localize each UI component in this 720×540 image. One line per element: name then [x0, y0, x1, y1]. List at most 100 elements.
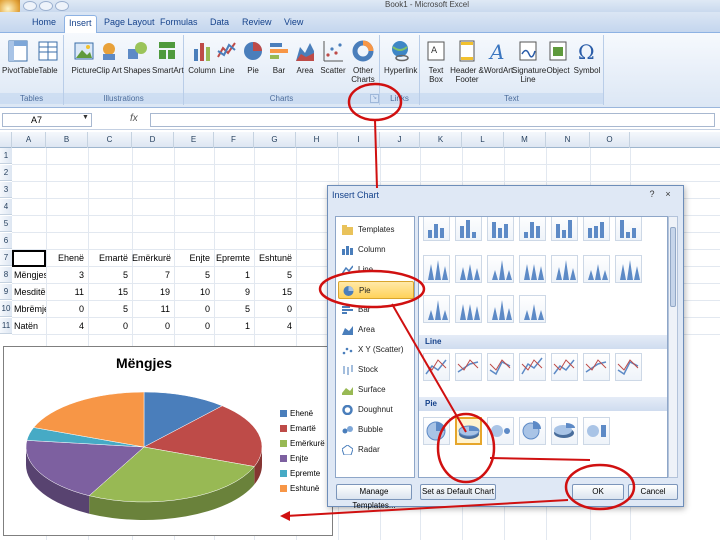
ok-button[interactable]: OK — [572, 484, 624, 500]
bar-chart-button[interactable]: Bar — [266, 39, 292, 93]
column-header[interactable]: O — [590, 132, 630, 148]
header-footer-button[interactable]: Header & Footer — [450, 39, 484, 93]
undo-icon[interactable] — [39, 1, 53, 11]
value-cell[interactable]: 11 — [46, 284, 88, 300]
pie-subtype-thumbnail[interactable] — [519, 417, 546, 445]
chart-type-doughnut[interactable]: Doughnut — [338, 401, 414, 419]
smartart-button[interactable]: SmartArt — [152, 39, 184, 93]
value-cell[interactable]: 0 — [174, 318, 214, 334]
tab-data[interactable]: Data — [206, 15, 233, 33]
column-header[interactable]: K — [420, 132, 462, 148]
symbol-button[interactable]: Ω Symbol — [572, 39, 602, 93]
signature-line-button[interactable]: Signature Line — [512, 39, 546, 93]
cone-subtype-thumbnail[interactable] — [519, 255, 546, 283]
value-cell[interactable]: 5 — [174, 267, 214, 283]
column-header[interactable]: E — [174, 132, 214, 148]
cone-subtype-thumbnail[interactable] — [423, 295, 450, 323]
column-subtype-thumbnail[interactable] — [423, 217, 450, 241]
column-header[interactable]: H — [296, 132, 338, 148]
textbox-button[interactable]: A Text Box — [422, 39, 450, 93]
cone-subtype-thumbnail[interactable] — [455, 295, 482, 323]
header-cell[interactable]: Enjte — [174, 250, 214, 266]
row-label-cell[interactable]: Natën — [12, 318, 46, 334]
scatter-chart-button[interactable]: Scatter — [318, 39, 348, 93]
row-header[interactable]: 2 — [0, 165, 12, 181]
cone-subtype-thumbnail[interactable] — [487, 255, 514, 283]
header-cell[interactable]: Eshtunë — [254, 250, 296, 266]
redo-icon[interactable] — [55, 1, 69, 11]
other-charts-button[interactable]: Other Charts — [348, 39, 378, 93]
tab-review[interactable]: Review — [238, 15, 276, 33]
value-cell[interactable]: 0 — [254, 301, 296, 317]
pie-subtype-thumbnail[interactable] — [455, 417, 482, 445]
cone-subtype-thumbnail[interactable] — [615, 255, 642, 283]
cone-subtype-thumbnail[interactable] — [583, 255, 610, 283]
column-header[interactable]: B — [46, 132, 88, 148]
select-all-corner[interactable] — [0, 132, 12, 148]
tab-view[interactable]: View — [280, 15, 307, 33]
row-label-cell[interactable]: Mbrëmje — [12, 301, 46, 317]
tab-insert[interactable]: Insert — [64, 15, 97, 33]
chart-type-bar[interactable]: Bar — [338, 301, 414, 319]
header-cell[interactable]: Epremte — [214, 250, 254, 266]
column-subtype-thumbnail[interactable] — [455, 217, 482, 241]
set-default-chart-button[interactable]: Set as Default Chart — [420, 484, 496, 500]
line-subtype-thumbnail[interactable] — [487, 353, 514, 381]
close-icon[interactable]: × — [662, 188, 674, 200]
row-header[interactable]: 6 — [0, 233, 12, 249]
chart-type-stock[interactable]: Stock — [338, 361, 414, 379]
hyperlink-button[interactable]: Hyperlink — [384, 39, 417, 93]
column-subtype-thumbnail[interactable] — [551, 217, 578, 241]
tab-formulas[interactable]: Formulas — [156, 15, 202, 33]
column-header[interactable]: M — [504, 132, 546, 148]
row-header[interactable]: 10 — [0, 301, 12, 317]
line-subtype-thumbnail[interactable] — [455, 353, 482, 381]
manage-templates-button[interactable]: Manage Templates... — [336, 484, 412, 510]
row-label-cell[interactable]: Mesditë — [12, 284, 46, 300]
chart-type-pie[interactable]: Pie — [338, 281, 414, 299]
name-box-dropdown-icon[interactable]: ▼ — [82, 114, 89, 121]
value-cell[interactable]: 10 — [174, 284, 214, 300]
line-subtype-thumbnail[interactable] — [423, 353, 450, 381]
value-cell[interactable]: 4 — [46, 318, 88, 334]
value-cell[interactable]: 1 — [214, 318, 254, 334]
column-header[interactable]: N — [546, 132, 590, 148]
row-label-cell[interactable]: Mëngjes — [12, 267, 46, 283]
area-chart-button[interactable]: Area — [292, 39, 318, 93]
cone-subtype-thumbnail[interactable] — [423, 255, 450, 283]
value-cell[interactable]: 15 — [88, 284, 132, 300]
pie-subtype-thumbnail[interactable] — [487, 417, 514, 445]
chart-type-surface[interactable]: Surface — [338, 381, 414, 399]
column-subtype-thumbnail[interactable] — [615, 217, 642, 241]
shapes-button[interactable]: Shapes — [122, 39, 152, 93]
row-header[interactable]: 8 — [0, 267, 12, 283]
row-header[interactable]: 5 — [0, 216, 12, 232]
value-cell[interactable]: 0 — [46, 301, 88, 317]
value-cell[interactable]: 11 — [132, 301, 174, 317]
clipart-button[interactable]: Clip Art — [96, 39, 122, 93]
column-header[interactable]: J — [380, 132, 420, 148]
tab-home[interactable]: Home — [28, 15, 60, 33]
value-cell[interactable]: 5 — [254, 267, 296, 283]
header-cell[interactable]: Emërkurë — [132, 250, 174, 266]
value-cell[interactable]: 1 — [214, 267, 254, 283]
column-header[interactable]: G — [254, 132, 296, 148]
cone-subtype-thumbnail[interactable] — [455, 255, 482, 283]
value-cell[interactable]: 3 — [46, 267, 88, 283]
value-cell[interactable]: 9 — [214, 284, 254, 300]
row-header[interactable]: 1 — [0, 148, 12, 164]
line-subtype-thumbnail[interactable] — [551, 353, 578, 381]
chart-type-column[interactable]: Column — [338, 241, 414, 259]
table-button[interactable]: Table — [32, 39, 64, 93]
value-cell[interactable]: 15 — [254, 284, 296, 300]
object-button[interactable]: Object — [544, 39, 572, 93]
scroll-thumb[interactable] — [670, 227, 676, 307]
column-header[interactable]: I — [338, 132, 380, 148]
chart-type-x-y-scatter[interactable]: X Y (Scatter) — [338, 341, 414, 359]
value-cell[interactable]: 5 — [214, 301, 254, 317]
help-icon[interactable]: ? — [646, 188, 658, 200]
cone-subtype-thumbnail[interactable] — [487, 295, 514, 323]
name-box[interactable]: A7 — [2, 113, 92, 127]
row-header[interactable]: 3 — [0, 182, 12, 198]
line-subtype-thumbnail[interactable] — [615, 353, 642, 381]
